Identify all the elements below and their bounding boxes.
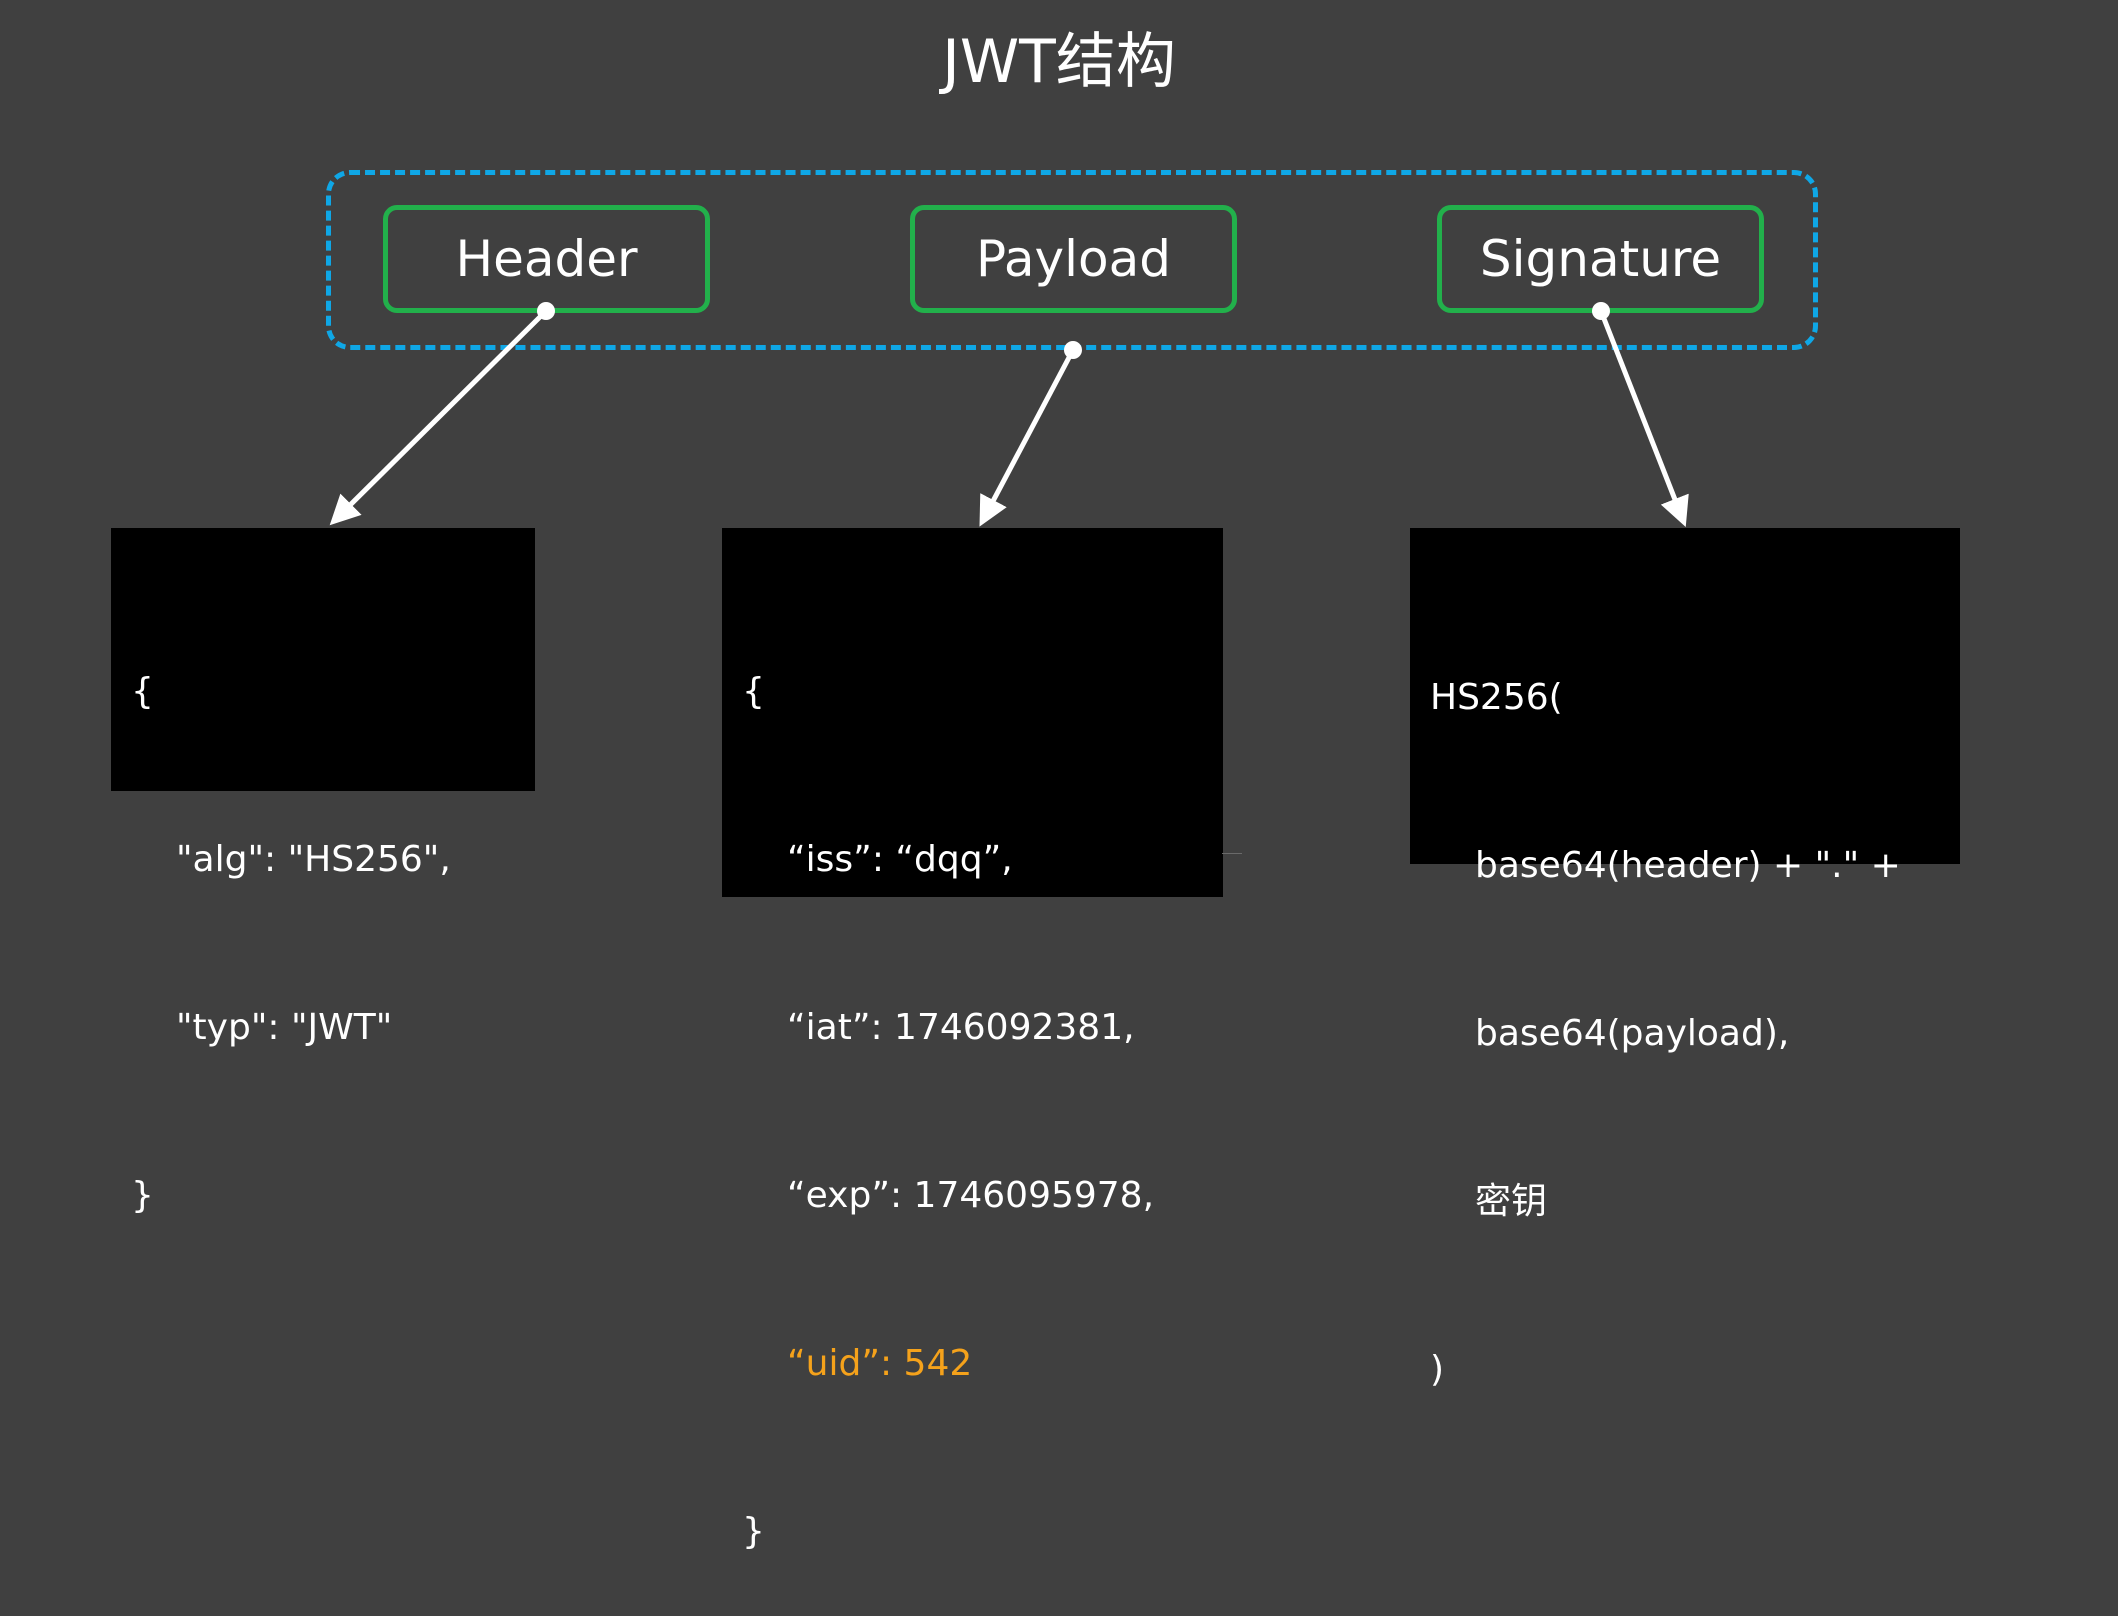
code-line: { xyxy=(742,671,765,712)
diagram-title: JWT结构 xyxy=(942,27,1176,97)
header-part-box: Header xyxy=(383,205,710,313)
code-line: base64(header) + "." + xyxy=(1475,845,1901,886)
payload-arrow xyxy=(979,341,1082,527)
payload-json-box: { “iss”: “dqq”, “iat”: 1746092381, “exp”… xyxy=(722,528,1223,1552)
code-line: } xyxy=(131,1175,154,1216)
divider-line xyxy=(1222,853,1242,854)
code-line: 密钥 xyxy=(1475,1181,1548,1222)
code-line: { xyxy=(131,671,154,712)
code-line: HS256( xyxy=(1430,677,1563,718)
code-line: } xyxy=(742,1511,765,1552)
code-line: "alg": "HS256", xyxy=(176,839,451,880)
header-json-box: { "alg": "HS256", "typ": "JWT" } xyxy=(111,528,535,1216)
code-line: ) xyxy=(1430,1349,1445,1390)
code-line: “exp”: 1746095978, xyxy=(787,1175,1155,1216)
code-line: “iss”: “dqq”, xyxy=(787,839,1013,880)
payload-part-box: Payload xyxy=(910,205,1237,313)
code-line: base64(payload), xyxy=(1475,1013,1790,1054)
code-line: "typ": "JWT" xyxy=(176,1007,393,1048)
signature-formula-box: HS256( base64(header) + "." + base64(pay… xyxy=(1410,528,1960,1390)
code-line: “iat”: 1746092381, xyxy=(787,1007,1135,1048)
code-line-uid-highlight: “uid”: 542 xyxy=(787,1343,973,1384)
signature-part-box: Signature xyxy=(1437,205,1764,313)
